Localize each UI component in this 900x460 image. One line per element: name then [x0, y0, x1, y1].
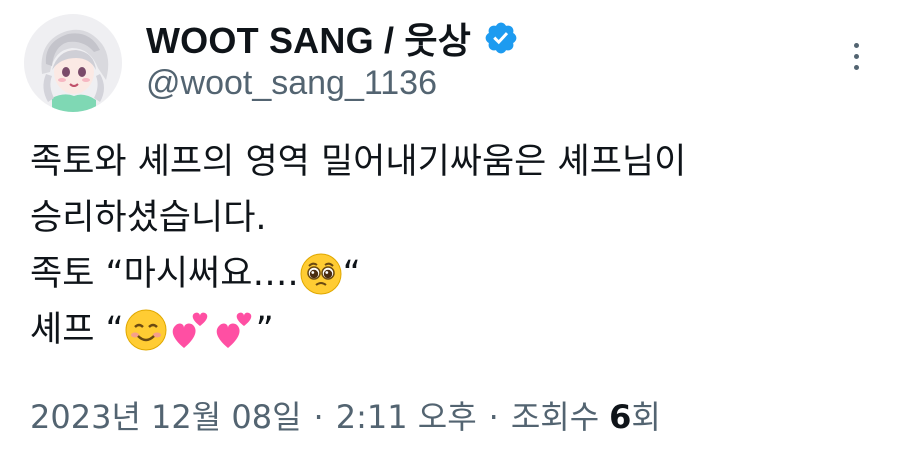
user-handle[interactable]: @woot_sang_1136: [146, 64, 437, 103]
tweet-line-1: 족토와 셰프의 영역 밀어내기싸움은 셰프님이: [30, 134, 870, 190]
verified-badge-icon[interactable]: [483, 20, 519, 56]
smiling-face-emoji-icon: [124, 308, 168, 352]
tweet-line-2-text: 승리하셨습니다.: [30, 198, 267, 238]
tweet-line-4-text: 셰프 “: [30, 310, 124, 350]
tweet-date[interactable]: 2023년 12월 08일: [30, 392, 302, 438]
views-suffix: 회: [631, 398, 661, 436]
views-count: 6: [609, 398, 632, 436]
tweet-line-1-text: 족토와 셰프의 영역 밀어내기싸움은 셰프님이: [30, 142, 687, 182]
name-row: WOOT SANG / 웃상: [146, 12, 519, 64]
avatar[interactable]: [24, 14, 122, 112]
more-options-button[interactable]: [838, 36, 874, 76]
views-label: 조회수: [510, 398, 600, 436]
tweet-line-3-close-quote: “: [342, 254, 361, 294]
tweet-line-4: 셰프 “ ”: [30, 302, 870, 358]
tweet-meta: 2023년 12월 08일 · 2:11 오후 · 조회수 6 회: [30, 392, 661, 438]
tweet-card: WOOT SANG / 웃상 @woot_sang_1136 족토와 셰프의 영…: [0, 0, 900, 460]
tweet-line-4-close-quote: ”: [255, 310, 274, 350]
more-options-icon-dot: [853, 53, 859, 59]
tweet-line-2: 승리하셨습니다.: [30, 190, 870, 246]
pleading-face-emoji-icon: [299, 252, 343, 296]
tweet-line-3: 족토 “마시써요…. “: [30, 246, 870, 302]
meta-separator: ·: [313, 398, 324, 436]
more-options-icon: [853, 42, 859, 48]
display-name[interactable]: WOOT SANG / 웃상: [146, 12, 471, 64]
two-hearts-emoji-icon-2: [212, 308, 256, 352]
tweet-text: 족토와 셰프의 영역 밀어내기싸움은 셰프님이 승리하셨습니다. 족토 “마시써…: [30, 134, 870, 358]
more-options-icon-dot: [853, 64, 859, 70]
meta-separator-2: ·: [488, 398, 499, 436]
two-hearts-emoji-icon: [168, 308, 212, 352]
tweet-time[interactable]: 2:11 오후: [336, 392, 477, 438]
tweet-line-3-text: 족토 “마시써요….: [30, 254, 299, 294]
avatar-illustration: [24, 14, 122, 112]
